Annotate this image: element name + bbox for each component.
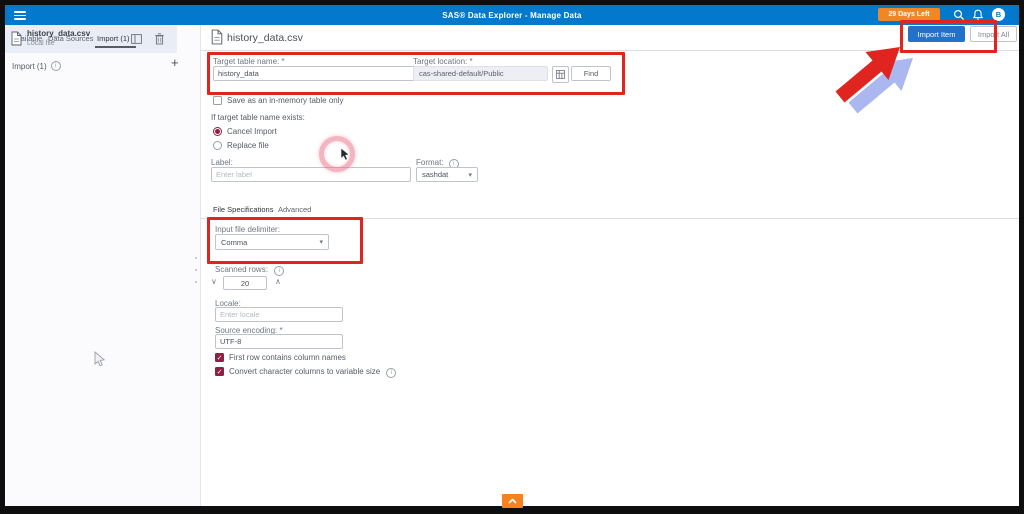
target-location-label: Target location: * [413, 57, 473, 66]
source-encoding-input[interactable] [215, 334, 343, 349]
scanned-rows-label: Scanned rows: [215, 265, 284, 276]
user-avatar[interactable]: B [992, 8, 1005, 21]
format-label-text: Format: [416, 158, 444, 167]
trash-icon[interactable] [155, 33, 164, 45]
replace-file-radio[interactable] [213, 141, 222, 150]
bell-icon[interactable] [972, 9, 984, 21]
table-preview-icon[interactable] [131, 34, 142, 44]
sidebar-tab-import[interactable]: Import (1) [97, 34, 130, 43]
replace-file-label: Replace file [227, 141, 269, 150]
convert-columns-checkbox[interactable] [215, 367, 224, 376]
panel-resize-grip[interactable] [195, 257, 198, 283]
find-button[interactable]: Find [571, 66, 611, 81]
tabs-divider [200, 218, 1019, 219]
in-memory-label: Save as an in-memory table only [227, 96, 344, 105]
target-location-field: cas-shared-default/Public [413, 66, 548, 81]
delimiter-value: Comma [221, 238, 247, 247]
import-section-header: Import (1) [12, 61, 61, 71]
add-import-button[interactable]: + [171, 56, 179, 69]
scanned-rows-input[interactable] [223, 276, 267, 290]
search-icon[interactable] [953, 9, 965, 21]
cancel-import-label: Cancel Import [227, 127, 277, 136]
screenshot-frame: SAS® Data Explorer - Manage Data 29 Days… [0, 0, 1024, 514]
tab-advanced[interactable]: Advanced [278, 205, 311, 214]
document-icon [211, 29, 223, 45]
app-title: SAS® Data Explorer - Manage Data [5, 11, 1019, 20]
expand-panel-button[interactable] [502, 494, 523, 508]
import-item-type: Local file [27, 40, 55, 47]
header-divider [200, 50, 1019, 51]
delimiter-label: Input file delimiter: [215, 225, 280, 234]
stepper-up-icon[interactable]: ∧ [275, 277, 281, 286]
info-icon[interactable] [386, 368, 396, 378]
format-value: sashdat [422, 170, 448, 179]
scanned-rows-label-text: Scanned rows: [215, 265, 268, 274]
app-window: SAS® Data Explorer - Manage Data 29 Days… [5, 5, 1019, 506]
first-row-label: First row contains column names [229, 353, 346, 362]
browse-table-icon [556, 70, 565, 79]
page-title: history_data.csv [227, 32, 303, 44]
info-icon[interactable] [274, 266, 284, 276]
import-item-name: history_data.csv [27, 29, 90, 38]
in-memory-checkbox[interactable] [213, 96, 222, 105]
convert-columns-label: Convert character columns to variable si… [229, 367, 396, 378]
locale-input[interactable] [215, 307, 343, 322]
label-label: Label: [211, 158, 233, 167]
sidebar: Available Data Sources Import (1) Import… [5, 25, 201, 506]
import-section-title: Import (1) [12, 62, 47, 71]
target-table-name-input[interactable] [213, 66, 441, 81]
exists-heading: If target table name exists: [211, 113, 305, 122]
stepper-down-icon[interactable]: ∨ [211, 277, 217, 286]
browse-location-button[interactable] [552, 66, 569, 83]
red-arrow-annotation [836, 47, 901, 103]
format-dropdown[interactable]: sashdat [416, 167, 478, 182]
import-item-button[interactable]: Import Item [908, 26, 965, 42]
label-input[interactable] [211, 167, 411, 182]
convert-columns-label-text: Convert character columns to variable si… [229, 367, 380, 376]
first-row-checkbox[interactable] [215, 353, 224, 362]
trial-badge[interactable]: 29 Days Left [878, 8, 940, 21]
target-table-name-label: Target table name: * [213, 57, 285, 66]
app-bar: SAS® Data Explorer - Manage Data 29 Days… [5, 5, 1019, 25]
tab-file-specifications[interactable]: File Specifications [213, 205, 273, 214]
info-icon[interactable] [51, 61, 61, 71]
mouse-cursor-click [341, 148, 349, 160]
arrow-shadow [849, 58, 914, 114]
cancel-import-radio[interactable] [213, 127, 222, 136]
delimiter-dropdown[interactable]: Comma [215, 234, 329, 250]
chevron-up-icon [508, 498, 517, 504]
import-all-button[interactable]: Import All [970, 26, 1017, 42]
document-icon [11, 31, 22, 46]
